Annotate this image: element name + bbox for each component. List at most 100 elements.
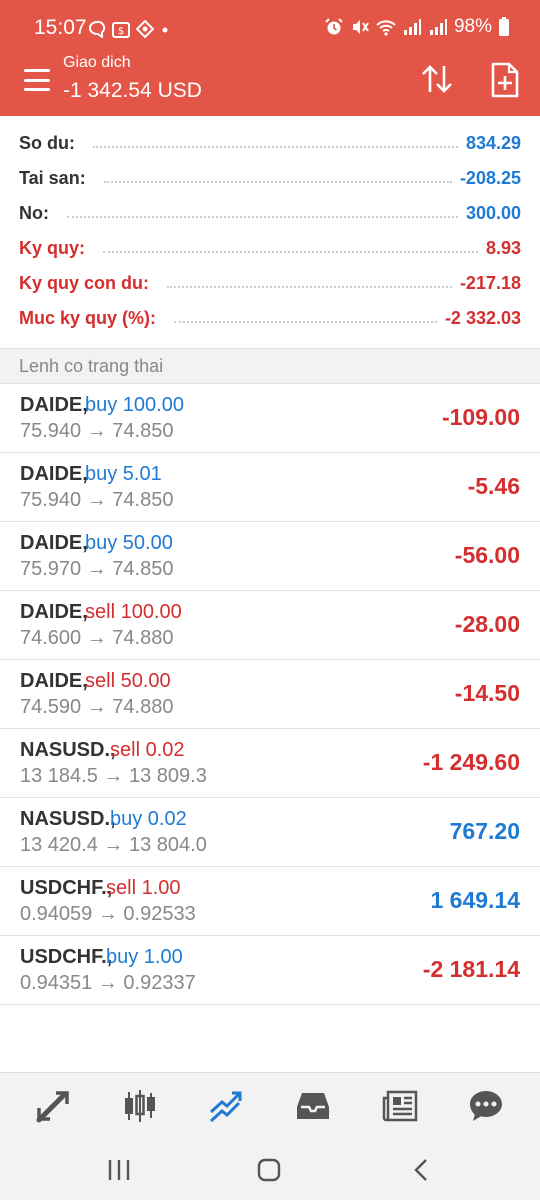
menu-icon-bar xyxy=(24,69,50,72)
sort-icon[interactable] xyxy=(420,62,454,96)
summary-row-margin-level: Muc ky quy (%): -2 332.03 xyxy=(0,301,540,336)
position-symbol: NASUSD., xyxy=(20,808,116,830)
summary-value: 8.93 xyxy=(485,238,521,258)
position-row[interactable]: USDCHF., sell 1.00 0.94059 → 0.92533 1 6… xyxy=(0,867,540,936)
position-volume: sell 100.00 xyxy=(85,601,182,623)
summary-row-equity: Tai san: -208.25 xyxy=(0,161,540,196)
sync-app-icon xyxy=(136,20,154,38)
history-inbox-icon[interactable] xyxy=(295,1088,331,1124)
summary-value: -2 332.03 xyxy=(444,308,521,328)
battery-percent: 98% xyxy=(453,16,492,37)
chart-icon[interactable] xyxy=(122,1088,158,1124)
summary-label: Ky quy: xyxy=(19,238,86,258)
quotes-icon[interactable] xyxy=(35,1088,71,1124)
back-icon[interactable] xyxy=(406,1156,436,1184)
position-profit: 767.20 xyxy=(449,818,520,844)
position-volume: buy 50.00 xyxy=(85,532,173,554)
bottom-nav xyxy=(0,1072,540,1138)
new-order-icon[interactable] xyxy=(490,62,520,98)
positions-list: DAIDE, buy 100.00 75.940 → 74.850 -109.0… xyxy=(0,384,540,1005)
summary-value: 300.00 xyxy=(465,203,521,223)
position-prices: 13 420.4 → 13 804.0 xyxy=(20,834,207,856)
position-profit: -109.00 xyxy=(441,404,520,430)
position-prices: 75.940 → 74.850 xyxy=(20,420,174,442)
status-time: 15:07 xyxy=(34,16,87,39)
news-icon[interactable] xyxy=(382,1088,418,1124)
summary-value: 834.29 xyxy=(465,133,521,153)
position-profit: -14.50 xyxy=(454,680,520,706)
position-volume: buy 1.00 xyxy=(106,946,183,968)
position-prices: 13 184.5 → 13 809.3 xyxy=(20,765,207,787)
dotted-leader xyxy=(93,145,458,148)
messages-icon[interactable] xyxy=(468,1088,504,1124)
position-row[interactable]: DAIDE, sell 50.00 74.590 → 74.880 -14.50 xyxy=(0,660,540,729)
dotted-leader xyxy=(167,285,452,288)
position-row[interactable]: NASUSD., buy 0.02 13 420.4 → 13 804.0 76… xyxy=(0,798,540,867)
position-row[interactable]: DAIDE, buy 5.01 75.940 → 74.850 -5.46 xyxy=(0,453,540,522)
position-row[interactable]: DAIDE, sell 100.00 74.600 → 74.880 -28.0… xyxy=(0,591,540,660)
position-volume: sell 1.00 xyxy=(106,877,181,899)
summary-row-free-margin: Ky quy con du: -217.18 xyxy=(0,266,540,301)
svg-text:$: $ xyxy=(118,26,124,37)
status-bar: 15:07 $ 98% xyxy=(0,0,540,56)
home-icon[interactable] xyxy=(254,1156,284,1184)
summary-row-credit: No: 300.00 xyxy=(0,196,540,231)
app-bar: 15:07 $ 98% Giao dich -1 342.54 USD xyxy=(0,0,540,116)
summary-label: So du: xyxy=(19,133,75,153)
position-profit: 1 649.14 xyxy=(430,887,520,913)
summary-label: No: xyxy=(19,203,49,223)
position-profit: -2 181.14 xyxy=(422,956,520,982)
position-prices: 0.94351 → 0.92337 xyxy=(20,972,196,994)
summary-row-margin: Ky quy: 8.93 xyxy=(0,231,540,266)
signal-icon xyxy=(429,19,447,35)
alarm-icon xyxy=(325,18,343,35)
summary-label: Muc ky quy (%): xyxy=(19,308,157,328)
summary-label: Ky quy con du: xyxy=(19,273,149,293)
menu-icon-bar xyxy=(24,88,50,91)
summary-label: Tai san: xyxy=(19,168,86,188)
chat-bubble-icon xyxy=(89,20,106,38)
dotted-leader xyxy=(103,250,478,253)
position-row[interactable]: USDCHF., buy 1.00 0.94351 → 0.92337 -2 1… xyxy=(0,936,540,1005)
wifi-icon xyxy=(376,20,396,36)
position-row[interactable]: NASUSD., sell 0.02 13 184.5 → 13 809.3 -… xyxy=(0,729,540,798)
dotted-leader xyxy=(67,215,458,218)
position-volume: buy 0.02 xyxy=(110,808,187,830)
position-profit: -28.00 xyxy=(454,611,520,637)
menu-icon-bar xyxy=(24,78,50,82)
system-nav-bar xyxy=(0,1138,540,1200)
summary-value: -217.18 xyxy=(459,273,521,293)
dollar-app-icon: $ xyxy=(112,22,130,38)
menu-button[interactable] xyxy=(22,66,52,94)
summary-value: -208.25 xyxy=(459,168,521,188)
battery-icon xyxy=(499,17,509,36)
total-profit: -1 342.54 USD xyxy=(63,79,202,102)
position-row[interactable]: DAIDE, buy 100.00 75.940 → 74.850 -109.0… xyxy=(0,384,540,453)
summary-row-balance: So du: 834.29 xyxy=(0,126,540,161)
dotted-leader xyxy=(103,180,452,183)
positions-section-title: Lenh co trang thai xyxy=(0,348,540,384)
position-prices: 0.94059 → 0.92533 xyxy=(20,903,196,925)
position-symbol: USDCHF., xyxy=(20,877,113,899)
signal-icon xyxy=(403,19,421,35)
position-symbol: DAIDE, xyxy=(20,463,88,485)
position-prices: 75.970 → 74.850 xyxy=(20,558,174,580)
status-notification-icons: $ xyxy=(88,18,170,40)
trade-icon[interactable] xyxy=(208,1088,244,1124)
position-profit: -5.46 xyxy=(467,473,520,499)
mute-icon xyxy=(352,20,369,34)
position-symbol: USDCHF., xyxy=(20,946,113,968)
position-volume: sell 0.02 xyxy=(110,739,185,761)
position-symbol: NASUSD., xyxy=(20,739,116,761)
position-symbol: DAIDE, xyxy=(20,394,88,416)
recent-apps-icon[interactable] xyxy=(104,1156,134,1184)
dot-icon xyxy=(162,27,168,33)
position-volume: buy 100.00 xyxy=(85,394,184,416)
dotted-leader xyxy=(174,320,437,323)
position-profit: -1 249.60 xyxy=(422,749,520,775)
position-prices: 75.940 → 74.850 xyxy=(20,489,174,511)
status-right-icons: 98% xyxy=(324,16,510,38)
position-prices: 74.590 → 74.880 xyxy=(20,696,174,718)
account-summary: So du: 834.29 Tai san: -208.25 No: 300.0… xyxy=(0,126,540,336)
position-row[interactable]: DAIDE, buy 50.00 75.970 → 74.850 -56.00 xyxy=(0,522,540,591)
